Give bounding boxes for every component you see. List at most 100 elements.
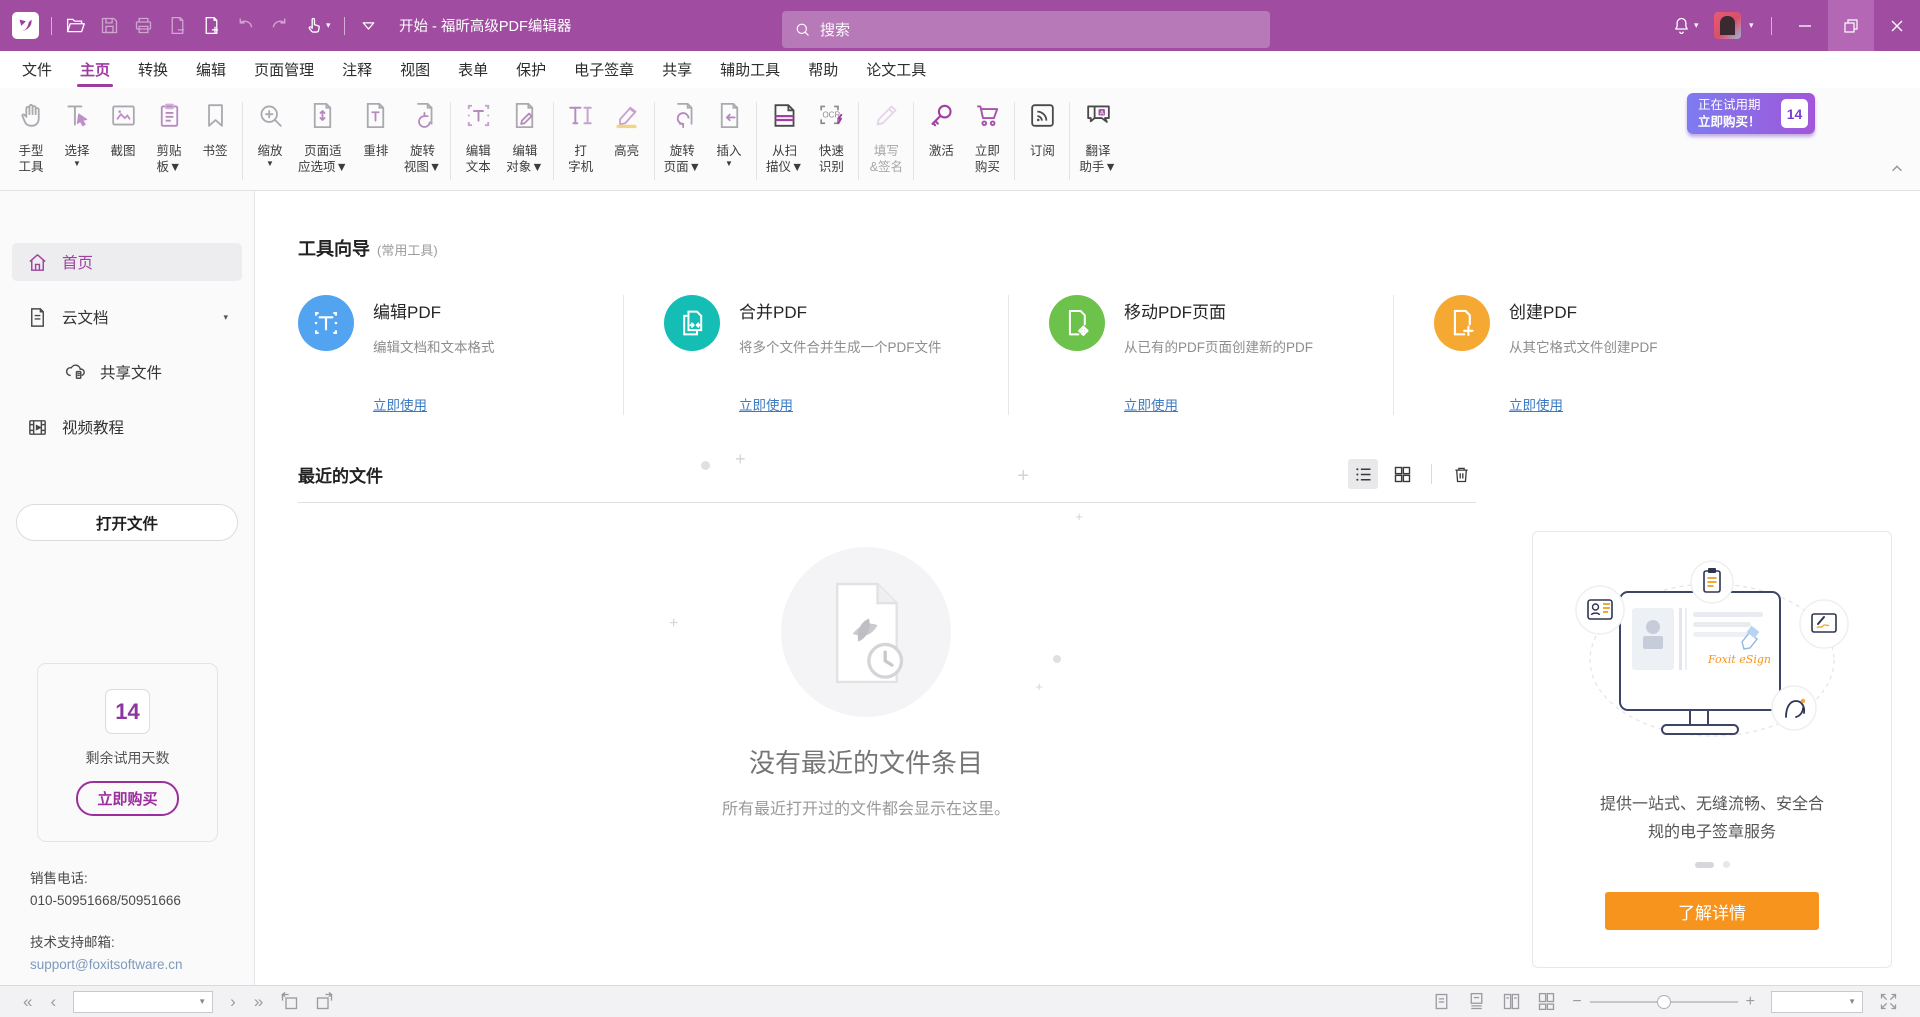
activate-button[interactable]: 激活 xyxy=(918,100,964,159)
card-move-pdf-pages[interactable]: 移动PDF页面 从已有的PDF页面创建新的PDF 立即使用 xyxy=(1008,295,1393,415)
typewriter-button[interactable]: 打字机 xyxy=(558,100,604,176)
card-merge-pdf[interactable]: 合并PDF 将多个文件合并生成一个PDF文件 立即使用 xyxy=(623,295,1008,415)
sidebar-item-cloud-docs[interactable]: 云文档 ▾ xyxy=(12,298,242,336)
save-icon[interactable] xyxy=(92,9,126,43)
clipboard-button[interactable]: 剪贴板▼ xyxy=(146,100,192,176)
sidebar-item-video-tutorials[interactable]: 视频教程 xyxy=(12,408,242,446)
card-edit-pdf[interactable]: 编辑PDF 编辑文档和文本格式 立即使用 xyxy=(256,295,623,415)
quick-ocr-button[interactable]: OCR 快速识别 xyxy=(808,100,854,176)
trial-badge-button[interactable]: 正在试用期 立即购买！ 14 xyxy=(1687,93,1815,134)
menu-item-convert[interactable]: 转换 xyxy=(124,51,182,88)
menu-item-file[interactable]: 文件 xyxy=(8,51,66,88)
zoom-slider[interactable] xyxy=(1590,1001,1738,1003)
support-email-link[interactable]: support@foxitsoftware.cn xyxy=(30,954,183,976)
menu-item-view[interactable]: 视图 xyxy=(386,51,444,88)
rotate-view-button[interactable]: 旋转视图▼ xyxy=(399,100,446,176)
foxit-logo-icon[interactable] xyxy=(12,12,39,39)
use-now-link[interactable]: 立即使用 xyxy=(1124,394,1178,414)
notification-bell-icon[interactable] xyxy=(1664,9,1698,43)
use-now-link[interactable]: 立即使用 xyxy=(1509,394,1563,414)
close-button[interactable] xyxy=(1874,0,1920,51)
fill-sign-button[interactable]: 填写&签名 xyxy=(863,100,909,176)
zoom-slider-thumb[interactable] xyxy=(1657,995,1671,1009)
chevron-down-icon[interactable]: ▾ xyxy=(223,312,228,323)
facing-view-button[interactable] xyxy=(1494,991,1529,1012)
sidebar-item-home[interactable]: 首页 xyxy=(12,243,242,281)
menu-item-share[interactable]: 共享 xyxy=(648,51,706,88)
collapse-ribbon-icon[interactable] xyxy=(1890,162,1904,181)
select-button[interactable]: 选择▼ xyxy=(54,100,100,170)
use-now-link[interactable]: 立即使用 xyxy=(373,394,427,414)
previous-page-button[interactable]: ‹ xyxy=(41,993,65,1010)
first-page-button[interactable]: « xyxy=(14,993,41,1010)
use-now-link[interactable]: 立即使用 xyxy=(739,394,793,414)
menu-item-page-manage[interactable]: 页面管理 xyxy=(240,51,328,88)
edit-object-button[interactable]: 编辑对象▼ xyxy=(501,100,548,176)
facing-continuous-view-button[interactable] xyxy=(1529,991,1564,1012)
print-icon[interactable] xyxy=(126,9,160,43)
translate-assistant-button[interactable]: A 翻译助手▼ xyxy=(1074,100,1121,176)
menu-item-esign[interactable]: 电子签章 xyxy=(560,51,648,88)
learn-more-button[interactable]: 了解详情 xyxy=(1605,892,1819,930)
grid-view-button[interactable] xyxy=(1387,459,1417,489)
customize-quick-access-icon[interactable] xyxy=(351,9,385,43)
menu-item-accessibility[interactable]: 辅助工具 xyxy=(706,51,794,88)
edit-text-button[interactable]: 编辑文本 xyxy=(455,100,501,176)
rotate-pages-button[interactable]: 旋转页面▼ xyxy=(659,100,706,176)
card-create-pdf[interactable]: 创建PDF 从其它格式文件创建PDF 立即使用 xyxy=(1393,295,1778,415)
create-document-icon[interactable] xyxy=(194,9,228,43)
next-view-button[interactable] xyxy=(307,991,342,1012)
delete-pages-icon[interactable] xyxy=(160,9,194,43)
sidebar-item-shared-files[interactable]: 共享文件 xyxy=(12,353,242,391)
bookmark-button[interactable]: 书签 xyxy=(192,100,238,159)
zoom-button[interactable]: 缩放▼ xyxy=(247,100,293,170)
account-dropdown-icon[interactable]: ▾ xyxy=(1749,20,1761,31)
search-input[interactable]: 搜索 xyxy=(782,11,1270,48)
fit-page-options-button[interactable]: 页面适应选项▼ xyxy=(293,100,353,176)
from-scanner-button[interactable]: 从扫描仪▼ xyxy=(761,100,808,176)
buy-now-button[interactable]: 立即购买 xyxy=(964,100,1010,176)
carousel-dot-active[interactable] xyxy=(1695,862,1714,868)
page-number-input[interactable]: ▼ xyxy=(73,991,213,1013)
carousel-dot[interactable] xyxy=(1723,861,1730,868)
hand-gesture-icon[interactable] xyxy=(296,9,330,43)
zoom-level-input[interactable]: ▼ xyxy=(1771,991,1863,1013)
minimize-button[interactable] xyxy=(1782,0,1828,51)
subscribe-button[interactable]: 订阅 xyxy=(1019,100,1065,159)
cart-icon xyxy=(972,100,1003,136)
redo-icon[interactable] xyxy=(262,9,296,43)
buy-now-pill-button[interactable]: 立即购买 xyxy=(76,781,178,816)
insert-page-button[interactable]: 插入▼ xyxy=(706,100,752,170)
insert-page-icon xyxy=(714,100,745,136)
continuous-view-button[interactable] xyxy=(1459,991,1494,1012)
zoom-in-button[interactable]: + xyxy=(1738,993,1763,1011)
previous-view-button[interactable] xyxy=(272,991,307,1012)
list-view-button[interactable] xyxy=(1348,459,1378,489)
undo-icon[interactable] xyxy=(228,9,262,43)
open-file-button[interactable]: 打开文件 xyxy=(16,504,238,541)
restore-button[interactable] xyxy=(1828,0,1874,51)
fullscreen-button[interactable] xyxy=(1871,991,1906,1012)
promo-text-line1: 提供一站式、无缝流畅、安全合 xyxy=(1533,791,1891,819)
menu-item-edit[interactable]: 编辑 xyxy=(182,51,240,88)
next-page-button[interactable]: › xyxy=(221,993,245,1010)
open-file-icon[interactable] xyxy=(58,9,92,43)
menu-item-protect[interactable]: 保护 xyxy=(502,51,560,88)
last-page-button[interactable]: » xyxy=(245,993,272,1010)
menu-item-comment[interactable]: 注释 xyxy=(328,51,386,88)
highlight-button[interactable]: 高亮 xyxy=(604,100,650,159)
clear-recent-trash-button[interactable] xyxy=(1446,459,1476,489)
hand-tool-button[interactable]: 手型工具 xyxy=(8,100,54,176)
single-page-view-button[interactable] xyxy=(1424,991,1459,1012)
user-avatar[interactable] xyxy=(1714,12,1741,39)
hand-gesture-dropdown-icon[interactable]: ▾ xyxy=(326,20,338,31)
zoom-out-button[interactable]: − xyxy=(1564,993,1589,1011)
reflow-button[interactable]: 重排 xyxy=(353,100,399,159)
snapshot-button[interactable]: 截图 xyxy=(100,100,146,159)
menu-item-form[interactable]: 表单 xyxy=(444,51,502,88)
menu-item-paper-tools[interactable]: 论文工具 xyxy=(852,51,940,88)
recent-empty-state: + + + + + 没有最近的文件条目 所有最近打开过的文件都会显示在这里。 xyxy=(256,547,1476,819)
notification-dropdown-icon[interactable]: ▾ xyxy=(1694,20,1706,31)
menu-item-help[interactable]: 帮助 xyxy=(794,51,852,88)
menu-item-home[interactable]: 主页 xyxy=(66,51,124,88)
